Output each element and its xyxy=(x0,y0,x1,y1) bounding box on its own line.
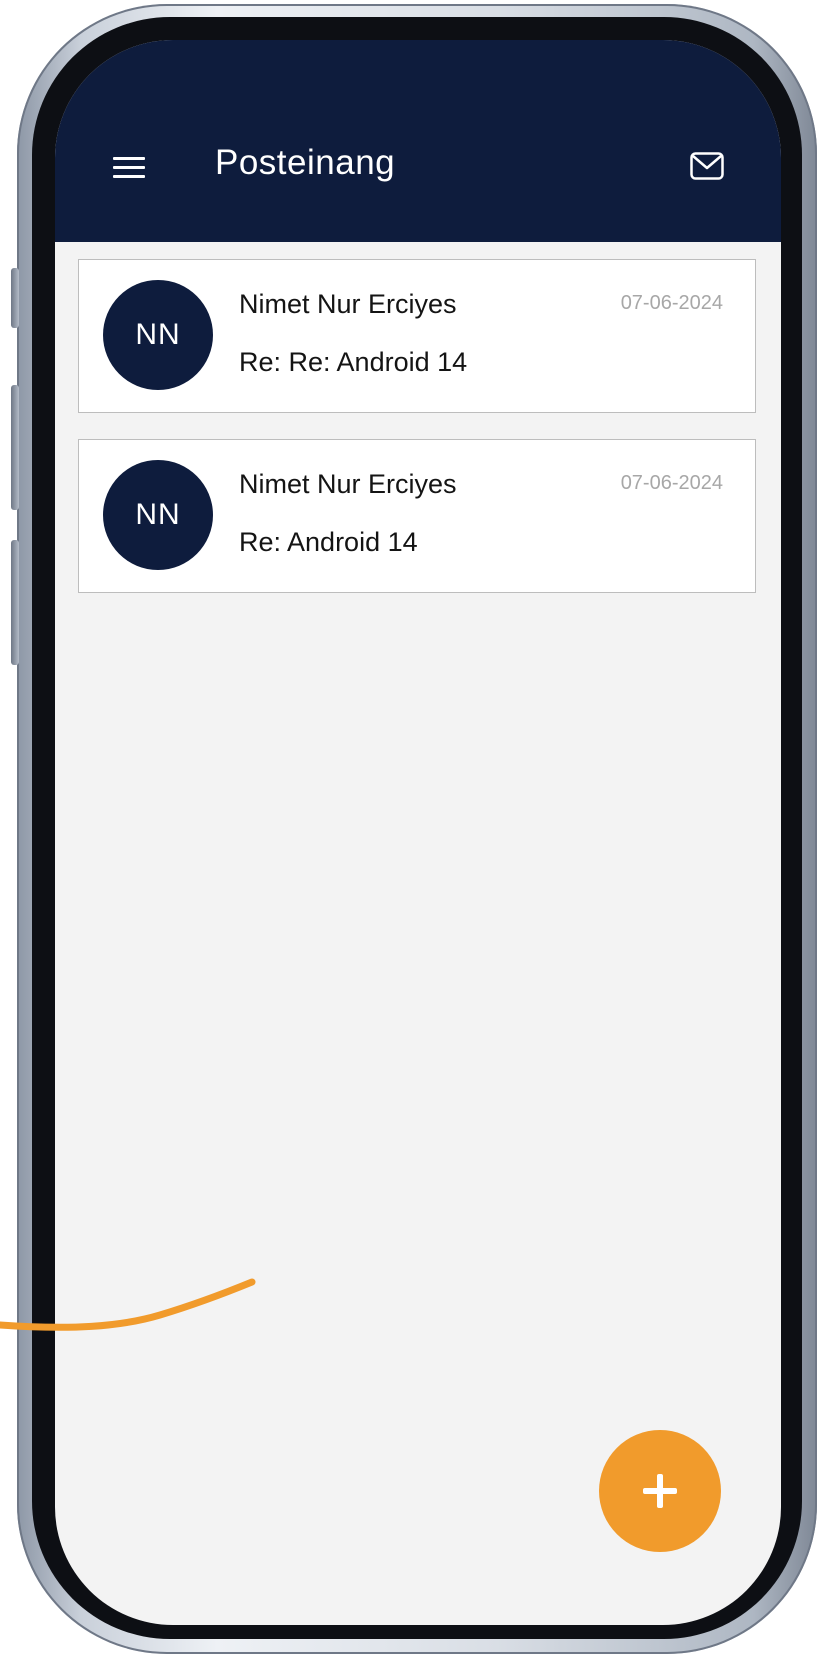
page: Posteinang NN Nimet Nur Erciyes Re: Re: … xyxy=(0,0,819,1659)
message-list-item[interactable]: NN Nimet Nur Erciyes Re: Re: Android 14 … xyxy=(78,259,756,413)
avatar: NN xyxy=(103,460,213,570)
compose-fab-button[interactable] xyxy=(599,1430,721,1552)
message-list-item[interactable]: NN Nimet Nur Erciyes Re: Android 14 07-0… xyxy=(78,439,756,593)
message-subject: Re: Android 14 xyxy=(239,527,418,557)
phone-volume-up-button xyxy=(11,385,19,510)
hamburger-menu-icon[interactable] xyxy=(113,155,145,181)
message-date: 07-06-2024 xyxy=(620,472,723,494)
message-sender: Nimet Nur Erciyes xyxy=(239,289,457,319)
message-list: NN Nimet Nur Erciyes Re: Re: Android 14 … xyxy=(78,259,756,619)
phone-side-button xyxy=(11,268,19,328)
mail-icon[interactable] xyxy=(690,152,724,180)
message-date: 07-06-2024 xyxy=(620,292,723,314)
page-title: Posteinang xyxy=(215,143,396,182)
message-subject: Re: Re: Android 14 xyxy=(239,347,468,377)
message-sender: Nimet Nur Erciyes xyxy=(239,469,457,499)
phone-volume-down-button xyxy=(11,540,19,665)
app-screen: Posteinang NN Nimet Nur Erciyes Re: Re: … xyxy=(55,40,781,1625)
app-header: Posteinang xyxy=(55,40,781,242)
avatar: NN xyxy=(103,280,213,390)
